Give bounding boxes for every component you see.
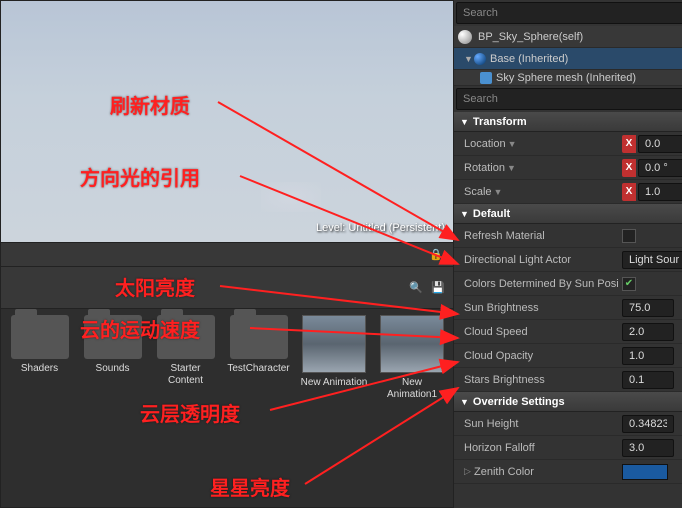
component-icon xyxy=(474,53,486,65)
section-override[interactable]: ▼ Override Settings xyxy=(454,392,682,412)
toolbar-lock-row: 🔒 xyxy=(0,243,454,267)
sun-height-input[interactable] xyxy=(622,415,674,433)
chevron-right-icon[interactable]: ▷ xyxy=(464,466,474,477)
folder-icon xyxy=(230,315,288,359)
rotation-x-input[interactable] xyxy=(638,159,682,177)
mesh-icon xyxy=(480,72,492,84)
viewport[interactable]: Level: Untitled (Persistent) xyxy=(0,0,454,243)
section-transform[interactable]: ▼ Transform xyxy=(454,112,682,132)
dropdown-arrow-icon[interactable]: ▼ xyxy=(508,139,517,149)
dropdown-arrow-icon[interactable]: ▼ xyxy=(494,187,503,197)
outliner-row-root[interactable]: BP_Sky_Sphere(self) xyxy=(454,26,682,48)
search-icon[interactable]: 🔍 xyxy=(407,279,425,297)
asset-thumbnail xyxy=(380,315,444,373)
prop-cloud-opacity: Cloud Opacity xyxy=(454,344,682,368)
chevron-down-icon: ▼ xyxy=(460,397,469,407)
details-search[interactable]: Search xyxy=(456,88,682,110)
folder-item[interactable]: Starter Content xyxy=(153,315,218,501)
section-default[interactable]: ▼ Default xyxy=(454,204,682,224)
prop-refresh-material: Refresh Material xyxy=(454,224,682,248)
cloud-opacity-input[interactable] xyxy=(622,347,674,365)
cloud-speed-input[interactable] xyxy=(622,323,674,341)
folder-icon xyxy=(11,315,69,359)
colors-by-sun-checkbox[interactable]: ✔ xyxy=(622,277,636,291)
chevron-down-icon: ▼ xyxy=(460,209,469,219)
horizon-falloff-input[interactable] xyxy=(622,439,674,457)
outliner-row-mesh[interactable]: Sky Sphere mesh (Inherited) xyxy=(454,70,682,86)
prop-zenith-color: ▷ Zenith Color xyxy=(454,460,682,484)
prop-cloud-speed: Cloud Speed xyxy=(454,320,682,344)
asset-thumbnail xyxy=(302,315,366,373)
prop-sun-height: Sun Height xyxy=(454,412,682,436)
asset-item[interactable]: New Animation xyxy=(299,315,369,501)
axis-x-badge: X xyxy=(622,159,636,177)
axis-x-badge: X xyxy=(622,135,636,153)
outliner-label: BP_Sky_Sphere(self) xyxy=(478,31,583,43)
actor-icon xyxy=(458,30,472,44)
prop-directional-light: Directional Light Actor xyxy=(454,248,682,272)
scale-x-input[interactable] xyxy=(638,183,682,201)
outliner-search[interactable]: Search xyxy=(456,2,682,24)
refresh-material-checkbox[interactable] xyxy=(622,229,636,243)
prop-rotation: Rotation▼ X xyxy=(454,156,682,180)
save-icon[interactable]: 💾 xyxy=(429,279,447,297)
sun-brightness-input[interactable] xyxy=(622,299,674,317)
prop-sun-brightness: Sun Brightness xyxy=(454,296,682,320)
outliner-label: Sky Sphere mesh (Inherited) xyxy=(496,72,636,84)
content-browser[interactable]: Shaders Sounds Starter Content TestChara… xyxy=(0,309,454,508)
prop-stars-brightness: Stars Brightness xyxy=(454,368,682,392)
details-panel: Search BP_Sky_Sphere(self) ▼ Base (Inher… xyxy=(454,0,682,508)
prop-scale: Scale▼ X xyxy=(454,180,682,204)
asset-item[interactable]: New Animation1 xyxy=(377,315,447,501)
folder-item[interactable]: TestCharacter xyxy=(226,315,291,501)
outliner-label: Base (Inherited) xyxy=(490,53,568,65)
axis-x-badge: X xyxy=(622,183,636,201)
outliner-row-base[interactable]: ▼ Base (Inherited) xyxy=(454,48,682,70)
expand-arrow-icon[interactable]: ▼ xyxy=(464,54,472,64)
directional-light-dropdown[interactable] xyxy=(622,251,682,269)
dropdown-arrow-icon[interactable]: ▼ xyxy=(507,163,516,173)
prop-colors-by-sun: Colors Determined By Sun Posi ✔ xyxy=(454,272,682,296)
folder-item[interactable]: Sounds xyxy=(80,315,145,501)
zenith-color-swatch[interactable] xyxy=(622,464,668,480)
folder-icon xyxy=(157,315,215,359)
folder-icon xyxy=(84,315,142,359)
chevron-down-icon: ▼ xyxy=(460,117,469,127)
lock-icon[interactable]: 🔒 xyxy=(427,246,445,264)
level-label: Level: Untitled (Persistent) xyxy=(316,222,445,234)
content-toolbar: 🔍 💾 xyxy=(0,267,454,309)
location-x-input[interactable] xyxy=(638,135,682,153)
folder-item[interactable]: Shaders xyxy=(7,315,72,501)
stars-brightness-input[interactable] xyxy=(622,371,674,389)
prop-horizon-falloff: Horizon Falloff xyxy=(454,436,682,460)
prop-location: Location▼ X xyxy=(454,132,682,156)
